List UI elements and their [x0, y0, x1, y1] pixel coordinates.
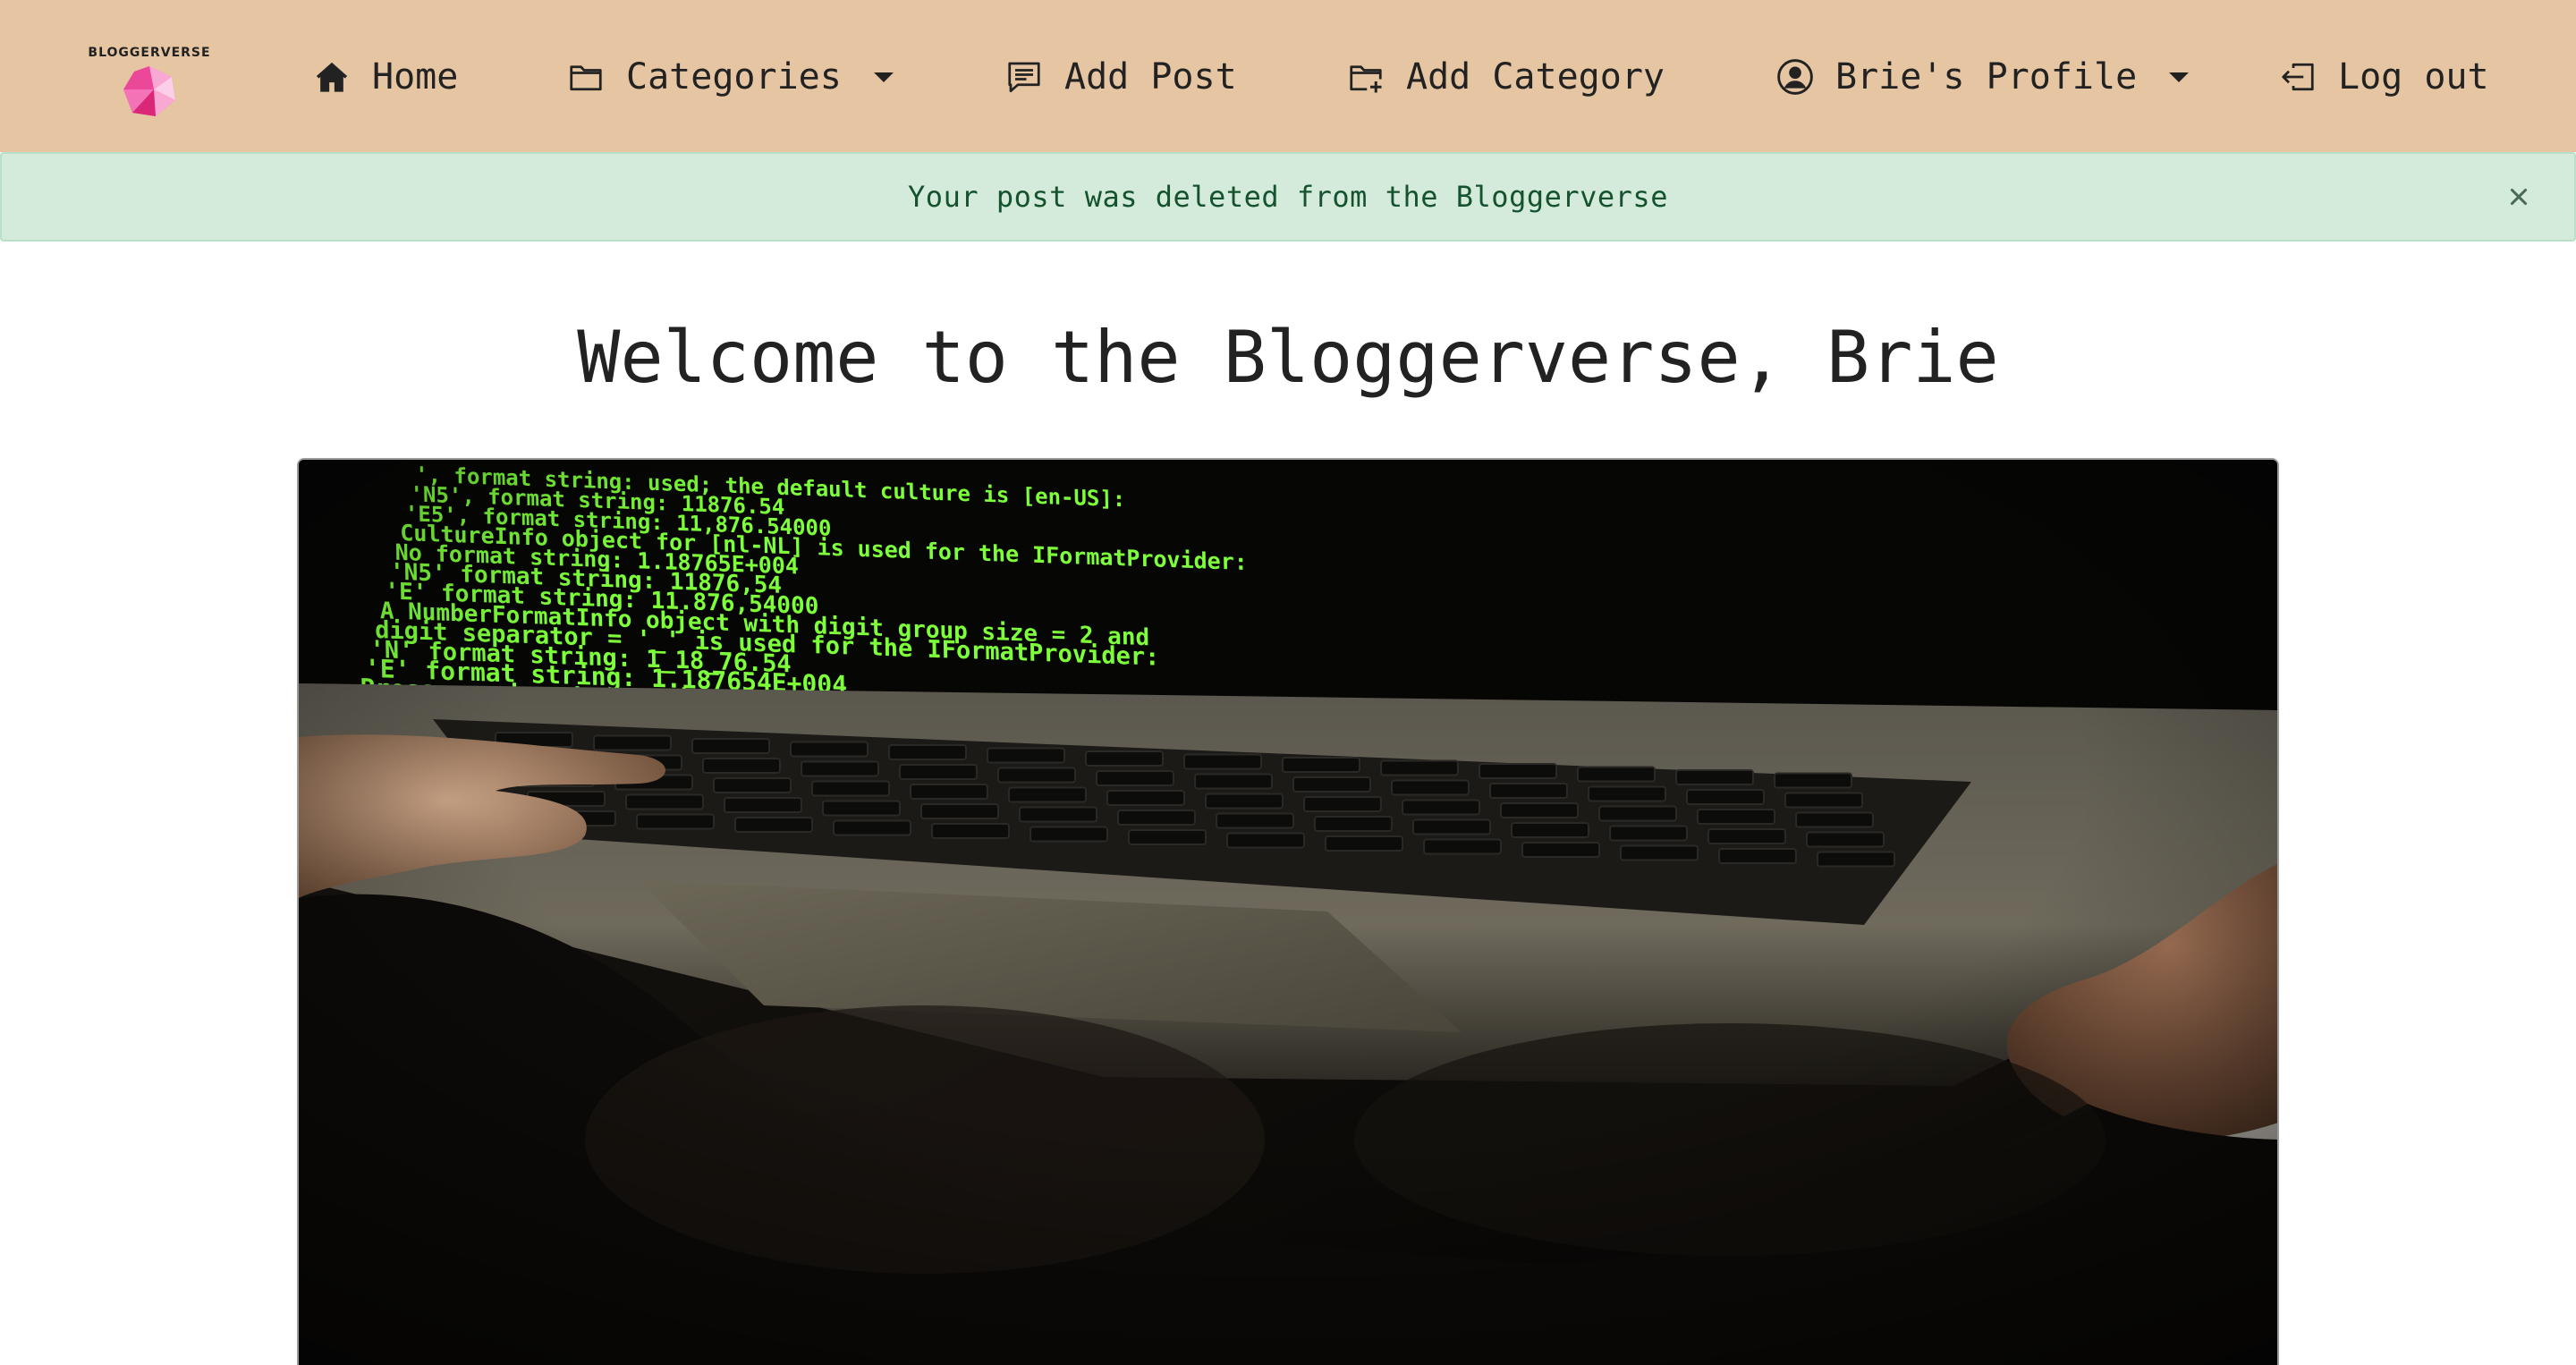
brand-logo[interactable]: BLOGGERVERSE — [82, 45, 216, 120]
chevron-down-icon — [873, 72, 894, 82]
nav-add-post-label: Add Post — [1064, 56, 1237, 98]
nav-home-label: Home — [372, 56, 459, 98]
success-alert: Your post was deleted from the Bloggerve… — [0, 152, 2576, 242]
chevron-down-icon — [2169, 72, 2190, 82]
person-circle-icon — [1776, 58, 1814, 96]
folder-plus-icon — [1347, 58, 1385, 96]
brand-name: BLOGGERVERSE — [88, 46, 211, 60]
nav-categories-label: Categories — [626, 56, 842, 98]
nav-profile-label: Brie's Profile — [1835, 56, 2138, 98]
nav-logout[interactable]: Log out — [2279, 52, 2489, 102]
chat-text-icon — [1005, 58, 1043, 96]
folder-icon — [567, 58, 605, 96]
navbar: BLOGGERVERSE Home Categories Add Post Ad… — [0, 0, 2576, 152]
laptop-terminal-image: ', format string: used; the default cult… — [299, 460, 2277, 1365]
gem-logo-icon — [123, 66, 175, 116]
nav-add-category[interactable]: Add Category — [1347, 52, 1665, 102]
alert-message: Your post was deleted from the Bloggerve… — [908, 180, 1668, 214]
hero-image[interactable]: ', format string: used; the default cult… — [297, 458, 2279, 1365]
nav-add-category-label: Add Category — [1406, 56, 1665, 98]
home-icon — [313, 58, 351, 96]
nav-add-post[interactable]: Add Post — [1005, 52, 1237, 102]
nav-logout-label: Log out — [2338, 56, 2489, 98]
box-arrow-left-icon — [2279, 58, 2317, 96]
nav-categories-dropdown[interactable]: Categories — [567, 52, 894, 102]
close-icon[interactable] — [2501, 179, 2537, 215]
nav-home[interactable]: Home — [313, 52, 458, 102]
page-title: Welcome to the Bloggerverse, Brie — [577, 316, 1999, 399]
nav-profile-dropdown[interactable]: Brie's Profile — [1776, 52, 2190, 102]
